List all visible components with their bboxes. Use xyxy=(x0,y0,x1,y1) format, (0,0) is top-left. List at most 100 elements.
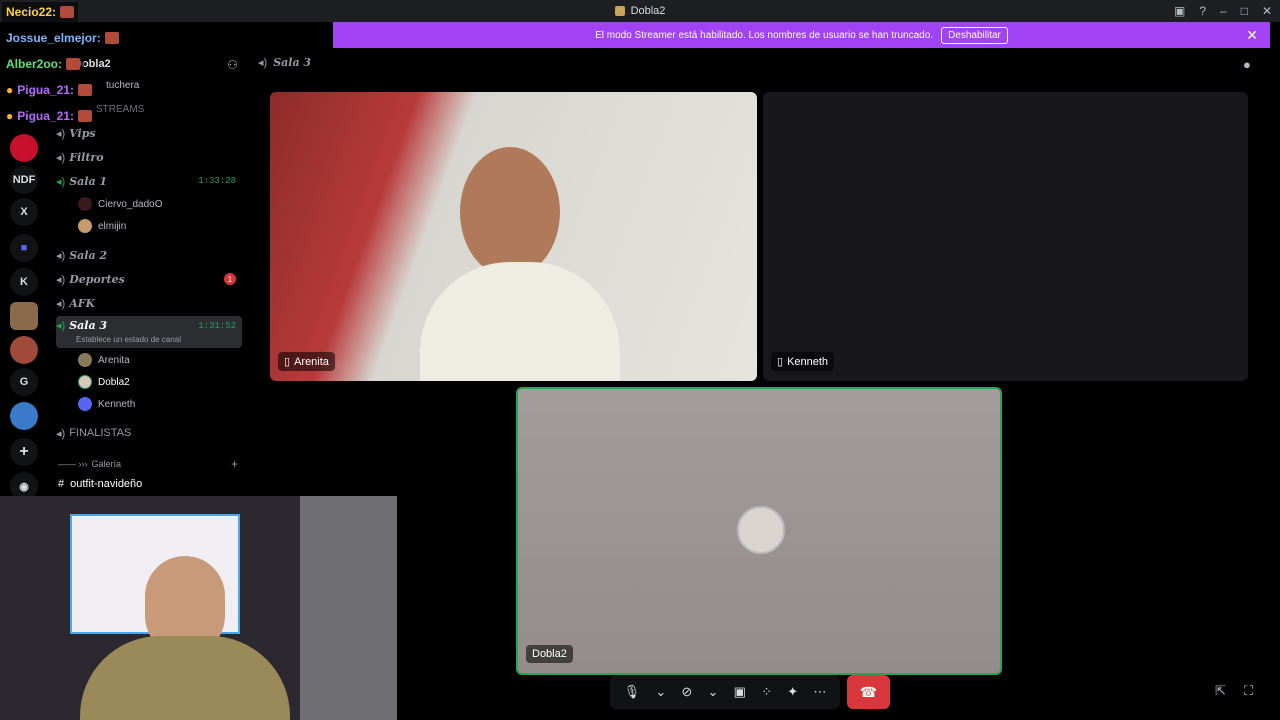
username: Dobla2 xyxy=(98,376,130,388)
channel-afk[interactable]: ◂) AFK xyxy=(56,292,242,314)
server-g[interactable]: G xyxy=(10,368,38,396)
avatar xyxy=(78,353,92,367)
window-title-group: Dobla2 xyxy=(614,5,666,17)
voice-user[interactable]: elmijin xyxy=(78,216,238,236)
chat-message: Alber2oo: xyxy=(2,54,85,74)
voice-user[interactable]: Arenita xyxy=(78,350,238,370)
username: Kenneth xyxy=(98,398,136,410)
camera-off-icon[interactable]: ⊘ xyxy=(681,684,692,700)
chat-message: ● Pigua_21: xyxy=(2,80,96,100)
streamer-mode-banner: El modo Streamer está habilitado. Los no… xyxy=(333,22,1270,48)
close-button[interactable]: ✕ xyxy=(1262,4,1272,18)
phone-hangup-icon: ☎ xyxy=(859,683,878,700)
chevron-down-icon[interactable]: ⌄ xyxy=(655,684,666,700)
speaker-icon: ◂) xyxy=(56,297,66,310)
server-k[interactable]: K xyxy=(10,268,38,296)
server-x[interactable]: X xyxy=(10,198,38,226)
add-server-icon[interactable]: + xyxy=(10,438,38,466)
channel-timer: 1:33:28 xyxy=(198,176,236,186)
tile-label: ▯ Kenneth xyxy=(771,352,835,371)
video-tile-arenita[interactable]: ▯ Arenita xyxy=(270,92,757,381)
avatar xyxy=(737,506,785,554)
speaker-icon: ◂) xyxy=(56,175,66,188)
soundboard-icon[interactable]: ✦ xyxy=(787,684,798,700)
notification-badge: 1 xyxy=(224,273,236,285)
badge-icon: ● xyxy=(6,83,14,97)
emote-icon xyxy=(77,84,92,96)
server-avatar-1[interactable] xyxy=(10,302,38,330)
voice-user[interactable]: Kenneth xyxy=(78,394,238,414)
add-channel-icon[interactable]: + xyxy=(231,457,238,471)
call-controls: 🎙 ⌄ ⊘ ⌄ ▣ ⁘ ✦ ⋯ xyxy=(610,675,840,709)
maximize-button[interactable]: □ xyxy=(1241,4,1248,18)
more-icon[interactable]: ⋯ xyxy=(813,684,826,700)
server-spiderman-icon[interactable] xyxy=(10,134,38,162)
screen-share-icon[interactable]: ▣ xyxy=(734,684,746,700)
person-face xyxy=(460,147,560,277)
stream-chat-overlay: Necio22: Jossue_elmejor: Alber2oo: ● Pigu… xyxy=(0,0,333,130)
chat-message: Necio22: xyxy=(2,2,79,22)
phone-icon: ▯ xyxy=(284,356,291,368)
speaker-icon: ◂) xyxy=(56,273,66,286)
avatar xyxy=(78,375,92,389)
popout-icon[interactable]: ⇱ xyxy=(1215,683,1226,699)
avatar xyxy=(78,197,92,211)
voice-user[interactable]: Ciervo_dadoO xyxy=(78,194,238,214)
chat-message: ● Pigua_21: xyxy=(2,106,96,126)
server-avatar-2[interactable] xyxy=(10,336,38,364)
person-shirt xyxy=(420,262,620,381)
person-shirt xyxy=(80,636,290,720)
chat-icon[interactable]: ● xyxy=(1243,57,1251,72)
video-tile-kenneth[interactable]: ▯ Kenneth xyxy=(763,92,1248,381)
inbox-icon[interactable]: ▣ xyxy=(1174,4,1185,18)
channel-finalistas[interactable]: ◂) FINALISTAS xyxy=(56,422,242,444)
channel-deportes[interactable]: ◂) Deportes 1 xyxy=(56,268,242,290)
video-tile-dobla2[interactable]: Dobla2 xyxy=(516,387,1002,675)
fullscreen-icon[interactable]: ⛶ xyxy=(1244,683,1253,699)
emote-icon xyxy=(66,58,81,70)
username: elmijin xyxy=(98,220,127,232)
avatar xyxy=(78,219,92,233)
speaker-icon: ◂) xyxy=(56,427,66,440)
emote-icon xyxy=(104,32,119,44)
phone-icon: ▯ xyxy=(777,356,784,368)
chevron-down-icon[interactable]: ⌄ xyxy=(708,684,719,700)
channel-outfit[interactable]: # outfit-navideño xyxy=(58,478,142,490)
channel-sala-2[interactable]: ◂) Sala 2 xyxy=(56,244,242,266)
speaker-icon: ◂) xyxy=(56,320,66,332)
window-controls: ▣ ? – □ ✕ xyxy=(1174,0,1272,22)
tile-label: ▯ Arenita xyxy=(278,352,335,371)
speaker-icon: ◂) xyxy=(56,249,66,262)
minimize-button[interactable]: – xyxy=(1220,4,1227,18)
window-title: Dobla2 xyxy=(630,5,666,17)
voice-user[interactable]: Dobla2 xyxy=(78,372,238,392)
server-avatar-3[interactable] xyxy=(10,402,38,430)
speaker-icon: ◂) xyxy=(56,151,66,164)
username: Arenita xyxy=(98,354,130,366)
server-icon xyxy=(614,6,625,16)
banner-message: El modo Streamer está habilitado. Los no… xyxy=(595,29,934,41)
streamer-webcam xyxy=(0,496,397,720)
channel-timer: 1:31:52 xyxy=(198,321,236,331)
activities-icon[interactable]: ⁘ xyxy=(761,684,772,700)
category-galeria[interactable]: —— ››› Galería xyxy=(58,459,121,469)
avatar xyxy=(78,397,92,411)
hash-icon: # xyxy=(58,478,65,490)
channel-filtro[interactable]: ◂) Filtro xyxy=(56,146,242,168)
disconnect-button[interactable]: ☎ xyxy=(847,675,890,709)
emote-icon xyxy=(60,6,75,18)
disable-streamer-button[interactable]: Deshabilitar xyxy=(941,26,1008,44)
close-icon[interactable]: ✕ xyxy=(1246,27,1258,44)
channel-sala-3[interactable]: ◂) Sala 3 1:31:52 Establece un estado de … xyxy=(56,316,242,348)
help-icon[interactable]: ? xyxy=(1199,4,1206,18)
folder-icon[interactable]: ■ xyxy=(10,234,38,262)
tile-label: Dobla2 xyxy=(526,645,573,663)
chat-message: Jossue_elmejor: xyxy=(2,28,123,48)
microphone-icon[interactable]: 🎙 xyxy=(624,684,641,700)
channel-sala-1[interactable]: ◂) Sala 1 1:33:28 xyxy=(56,170,242,192)
channel-status[interactable]: Establece un estado de canal xyxy=(76,335,181,344)
server-ndf[interactable]: NDF xyxy=(10,166,38,194)
curtain xyxy=(300,496,397,720)
badge-icon: ● xyxy=(6,109,14,123)
username: Ciervo_dadoO xyxy=(98,198,163,210)
